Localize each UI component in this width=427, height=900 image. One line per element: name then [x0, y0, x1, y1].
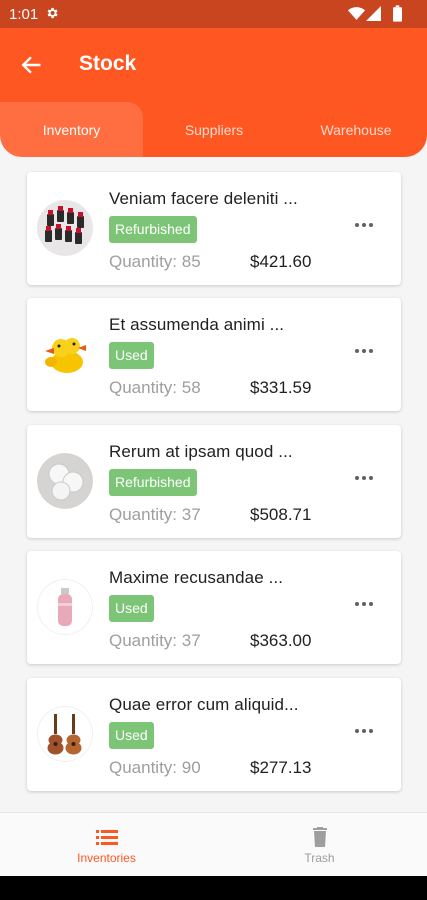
tab-warehouse[interactable]: Warehouse — [285, 102, 427, 157]
more-options-icon[interactable] — [354, 475, 374, 481]
condition-badge: Refurbished — [109, 216, 197, 243]
more-options-icon[interactable] — [354, 728, 374, 734]
status-time: 1:01 — [9, 6, 39, 23]
product-quantity: Quantity: 85 — [109, 252, 201, 271]
cell-signal-icon — [366, 6, 381, 21]
product-image-cotton-pads — [37, 453, 93, 509]
more-options-icon[interactable] — [354, 348, 374, 354]
product-quantity: Quantity: 90 — [109, 758, 201, 777]
inventory-card[interactable]: Et assumenda animi ... Used Quantity: 58… — [27, 298, 401, 411]
product-name: Veniam facere deleniti ... — [109, 189, 298, 208]
product-price: $421.60 — [250, 252, 312, 271]
battery-icon — [393, 5, 402, 22]
back-arrow-icon[interactable] — [20, 54, 42, 76]
inventory-card[interactable]: Rerum at ipsam quod ... Refurbished Quan… — [27, 425, 401, 538]
product-image-ukuleles — [37, 706, 93, 762]
product-name: Maxime recusandae ... — [109, 568, 284, 587]
more-options-icon[interactable] — [354, 601, 374, 607]
nav-item-inventories[interactable]: Inventories — [0, 813, 213, 877]
inventory-card[interactable]: Quae error cum aliquid... Used Quantity:… — [27, 678, 401, 791]
product-name: Rerum at ipsam quod ... — [109, 442, 293, 461]
condition-badge: Refurbished — [109, 469, 197, 496]
product-image-water-bottle — [37, 579, 93, 635]
product-image-lipsticks — [37, 200, 93, 256]
status-bar: 1:01 — [0, 0, 427, 28]
tab-inventory[interactable]: Inventory — [0, 102, 143, 157]
condition-badge: Used — [109, 722, 154, 749]
tab-suppliers[interactable]: Suppliers — [143, 102, 285, 157]
product-quantity: Quantity: 37 — [109, 505, 201, 524]
product-price: $277.13 — [250, 758, 312, 777]
settings-gear-icon — [47, 7, 58, 19]
inventory-card[interactable]: Veniam facere deleniti ... Refurbished Q… — [27, 172, 401, 285]
nav-label-trash: Trash — [304, 851, 335, 865]
product-price: $508.71 — [250, 505, 312, 524]
product-name: Quae error cum aliquid... — [109, 695, 299, 714]
product-price: $331.59 — [250, 378, 312, 397]
system-navigation-bar — [0, 876, 427, 900]
app-bar: Stock Inventory Suppliers Warehouse — [0, 28, 427, 157]
trash-icon — [312, 827, 327, 847]
wifi-icon — [348, 7, 365, 20]
more-options-icon[interactable] — [354, 222, 374, 228]
product-price: $363.00 — [250, 631, 312, 650]
inventory-card[interactable]: Maxime recusandae ... Used Quantity: 37 … — [27, 551, 401, 664]
tab-bar: Inventory Suppliers Warehouse — [0, 102, 427, 157]
product-quantity: Quantity: 37 — [109, 631, 201, 650]
nav-item-trash[interactable]: Trash — [213, 813, 426, 877]
bottom-navigation: Inventories Trash — [0, 812, 427, 877]
product-image-rubber-ducks — [37, 326, 93, 382]
list-icon — [95, 830, 118, 845]
condition-badge: Used — [109, 595, 154, 622]
product-name: Et assumenda animi ... — [109, 315, 285, 334]
product-quantity: Quantity: 58 — [109, 378, 201, 397]
page-title: Stock — [79, 52, 137, 75]
condition-badge: Used — [109, 342, 154, 369]
nav-label-inventories: Inventories — [77, 851, 136, 865]
